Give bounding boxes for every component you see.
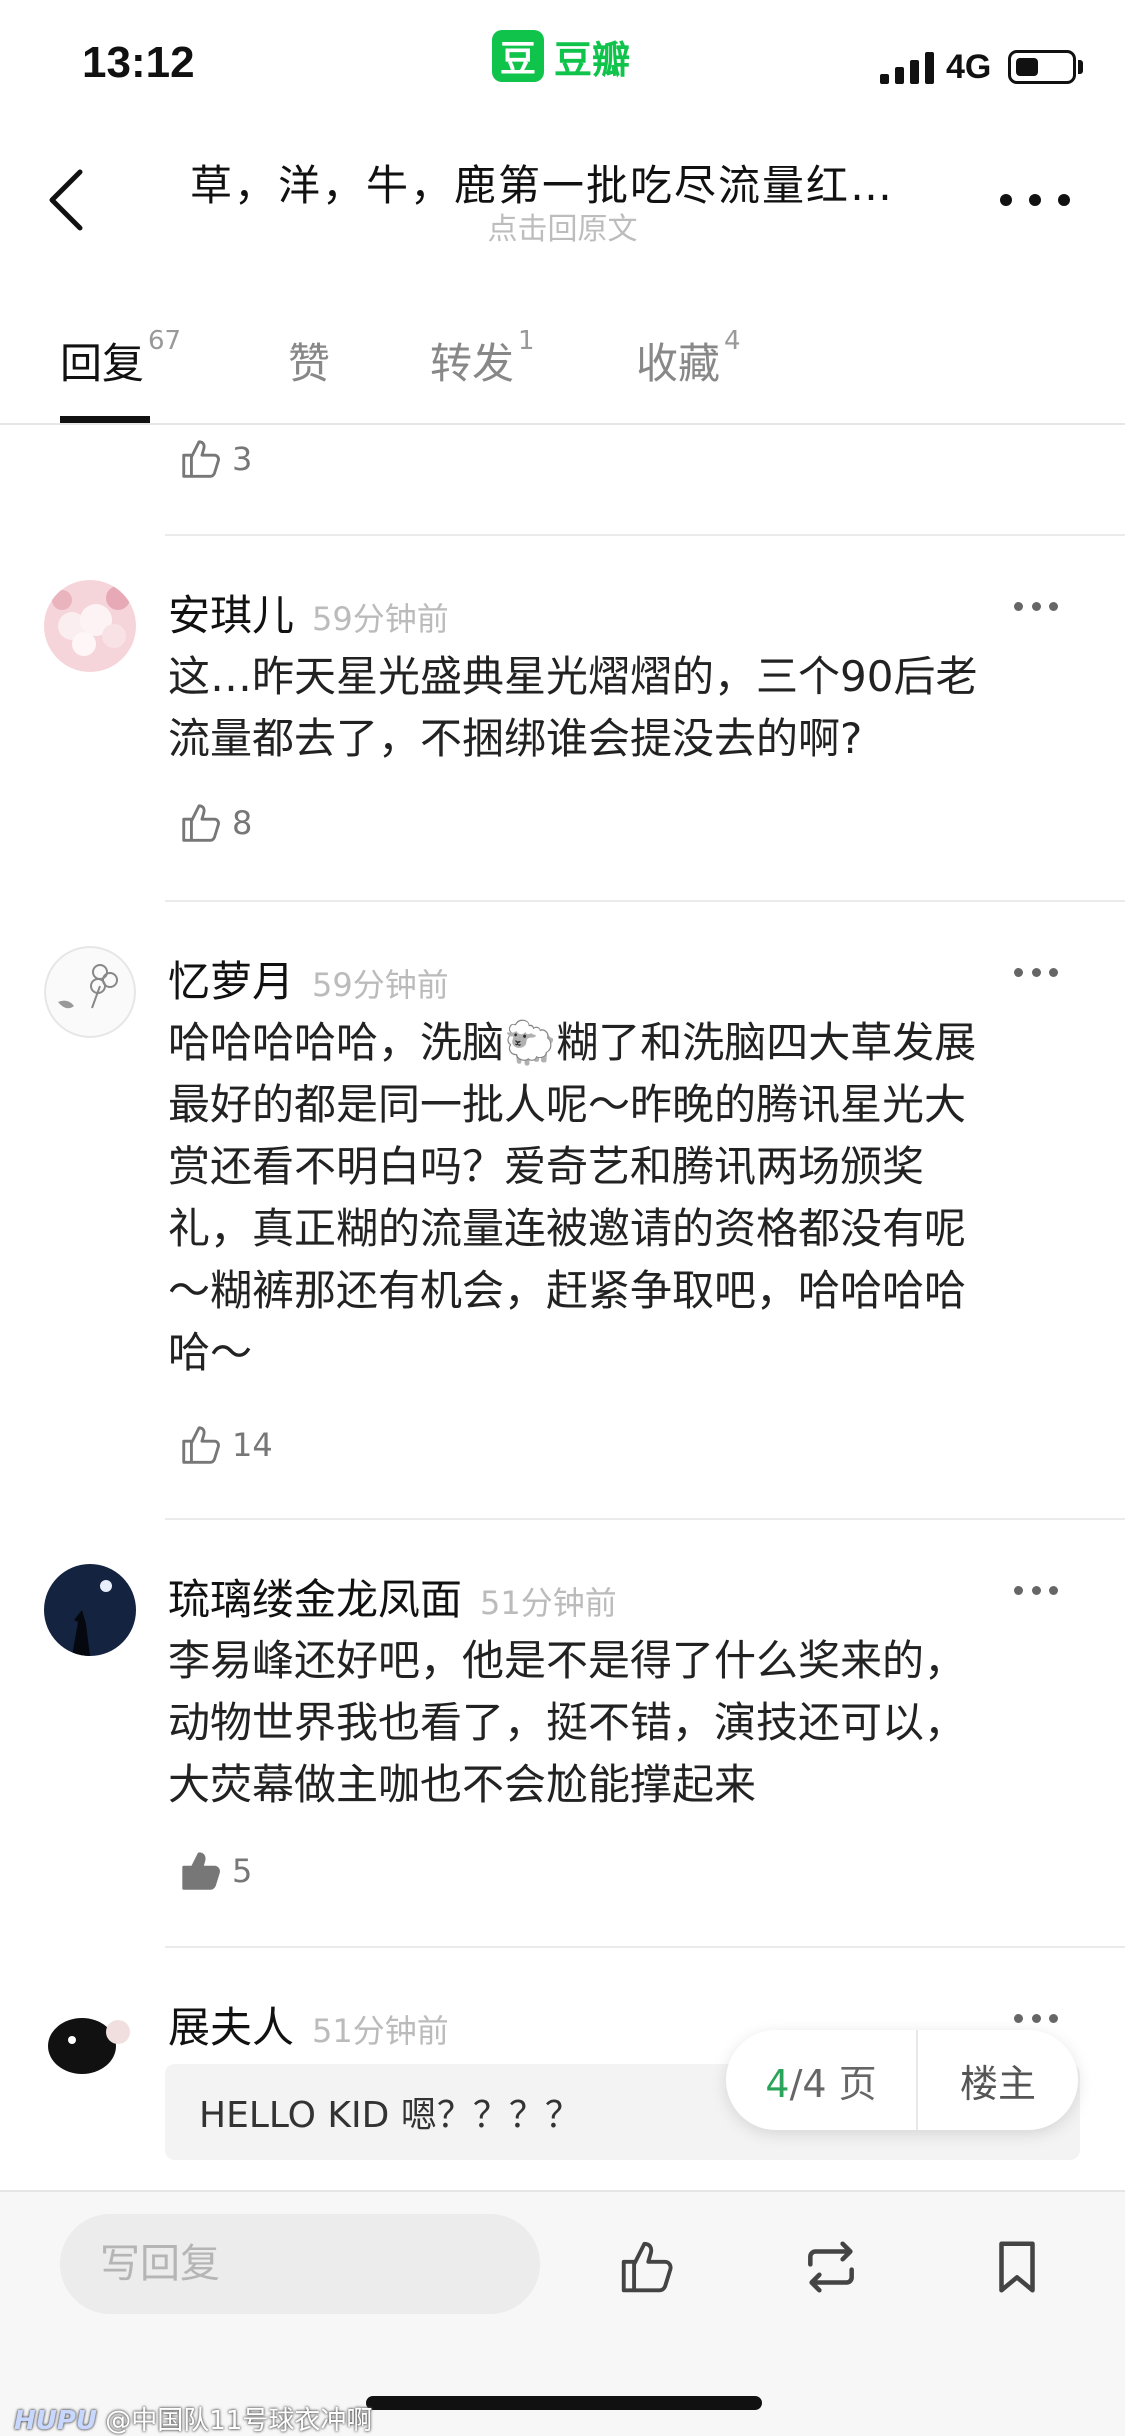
battery-cap	[1078, 60, 1083, 74]
back-to-original-link[interactable]: 点击回原文	[0, 204, 1125, 248]
avatar[interactable]	[44, 946, 136, 1038]
comment-more-button[interactable]	[1014, 968, 1058, 980]
thumbs-up-icon	[182, 1426, 220, 1464]
tab-count: 4	[724, 326, 741, 356]
watermark: HUPU @中国队11号球衣冲啊	[14, 2406, 373, 2436]
page-navigator: 4/4 页 楼主	[726, 2030, 1078, 2130]
tab-replies[interactable]: 回复 67	[60, 326, 181, 391]
tab-collections[interactable]: 收藏 4	[636, 326, 741, 391]
comment-time: 51分钟前	[312, 2012, 449, 2050]
tab-label: 转发	[430, 339, 515, 388]
comment-text: 这…昨天星光盛典星光熠熠的，三个90后老 流量都去了，不捆绑谁会提没去的啊?	[168, 652, 978, 763]
status-bar: 13:12 豆 豆瓣 4G	[0, 0, 1125, 130]
tab-count: 67	[148, 326, 182, 356]
like-button[interactable]: 14	[178, 1422, 273, 1468]
comment-time: 51分钟前	[480, 1584, 617, 1622]
bookmark-icon[interactable]	[986, 2236, 1048, 2298]
page-indicator[interactable]: 4/4 页	[726, 2053, 916, 2108]
home-indicator	[366, 2396, 762, 2410]
avatar[interactable]	[44, 1564, 136, 1656]
current-page: 4	[765, 2061, 790, 2106]
like-count: 3	[232, 440, 253, 478]
network-label: 4G	[946, 48, 992, 86]
comment-text: 李易峰还好吧，他是不是得了什么奖来的， 动物世界我也看了，挺不错，演技还可以， 大荧…	[168, 1636, 967, 1809]
divider	[165, 900, 1125, 902]
comment-more-button[interactable]	[1014, 1586, 1058, 1598]
like-button[interactable]: 8	[178, 800, 252, 846]
divider	[165, 1946, 1125, 1948]
thumbs-up-filled-icon	[182, 1852, 220, 1890]
status-time: 13:12	[82, 38, 195, 87]
tab-label: 回复	[60, 339, 145, 388]
comment-more-button[interactable]	[1014, 602, 1058, 614]
battery-icon	[1008, 50, 1076, 84]
like-post-icon[interactable]	[616, 2236, 678, 2298]
douban-logo-icon: 豆	[492, 30, 544, 82]
reply-input[interactable]: 写回复	[60, 2214, 540, 2314]
like-button[interactable]: 5	[178, 1848, 252, 1894]
comment-more-button[interactable]	[1014, 2014, 1058, 2026]
tab-label: 赞	[288, 339, 331, 388]
total-pages: /4 页	[789, 2061, 877, 2106]
signal-icon	[880, 52, 934, 84]
more-dot	[1058, 194, 1070, 206]
tab-count: 1	[518, 326, 535, 356]
comment-username[interactable]: 展夫人 51分钟前	[168, 1994, 449, 2055]
tab-likes[interactable]: 赞	[288, 330, 334, 391]
divider	[165, 1518, 1125, 1520]
like-count: 14	[232, 1426, 273, 1464]
comment-username[interactable]: 琉璃缕金龙凤面 51分钟前	[168, 1566, 617, 1627]
only-op-button[interactable]: 楼主	[918, 2053, 1078, 2108]
tab-reposts[interactable]: 转发 1	[430, 326, 535, 391]
comment-text: 哈哈哈哈哈，洗脑🐑糊了和洗脑四大草发展 最好的都是同一批人呢～昨晚的腾讯星光大 赏还…	[168, 1018, 977, 1377]
avatar[interactable]	[44, 580, 136, 672]
thumbs-up-icon	[182, 804, 220, 842]
quoted-reply-text: HELLO KID 嗯？？？？	[199, 2095, 581, 2136]
tab-bar: 回复 67 赞 转发 1 收藏 4	[0, 320, 1125, 425]
comment-time: 59分钟前	[312, 966, 449, 1004]
avatar[interactable]	[44, 1992, 136, 2084]
like-count: 5	[232, 1852, 253, 1890]
tab-label: 收藏	[636, 339, 721, 388]
app-badge: 豆 豆瓣	[492, 30, 630, 82]
comment-time: 59分钟前	[312, 600, 449, 638]
comment-username[interactable]: 忆萝月 59分钟前	[168, 948, 449, 1009]
divider	[165, 534, 1125, 536]
like-count: 8	[232, 804, 253, 842]
like-button[interactable]: 3	[178, 436, 252, 482]
more-dot	[1000, 194, 1012, 206]
post-header: 草，洋，牛，鹿第一批吃尽流量红… 点击回原文	[0, 130, 1125, 260]
more-dot	[1029, 194, 1041, 206]
active-tab-indicator	[60, 416, 150, 423]
repost-icon[interactable]	[800, 2236, 862, 2298]
app-name: 豆瓣	[554, 37, 631, 82]
more-options-button[interactable]	[1000, 185, 1070, 215]
thumbs-up-icon	[182, 440, 220, 478]
comment-username[interactable]: 安琪儿 59分钟前	[168, 582, 449, 643]
